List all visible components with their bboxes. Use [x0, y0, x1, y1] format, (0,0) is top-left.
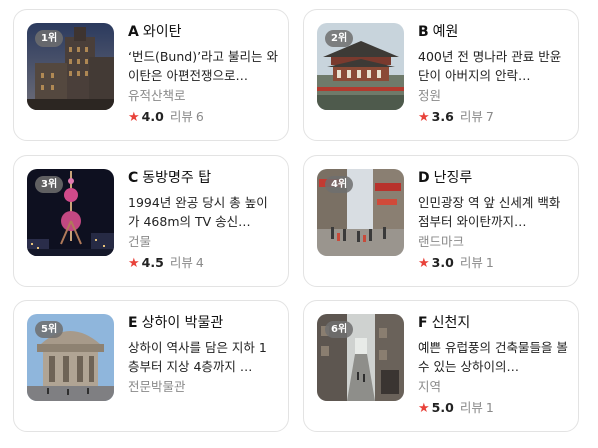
place-name: 신천지	[431, 315, 471, 331]
place-description: 인민광장 역 앞 신세계 백화점부터 와이탄까지…	[418, 195, 561, 229]
place-info: C 동방명주 탑 1994년 완공 당시 총 높이가 468m의 TV 송신… 건…	[128, 169, 278, 273]
review-label: 리뷰	[169, 255, 193, 270]
star-icon: ★	[418, 110, 430, 125]
place-info: B 예원 400년 전 명나라 관료 반윤단이 아버지의 안락… 정원 ★ 3.6 리…	[418, 23, 568, 127]
place-title[interactable]: F 신천지	[418, 314, 568, 332]
place-marker-letter: E	[128, 315, 138, 331]
place-name: 상하이 박물관	[141, 315, 224, 331]
place-rating: ★ 3.6 리뷰 7	[418, 108, 568, 127]
review-count: 1	[485, 255, 494, 270]
place-title[interactable]: D 난징루	[418, 169, 568, 187]
place-rating: ★ 5.0 리뷰 1	[418, 399, 568, 418]
place-info: A 와이탄 ‘번드(Bund)’라고 불리는 와이탄은 아편전쟁으로… 유적산책로…	[128, 23, 278, 127]
star-icon: ★	[418, 256, 430, 271]
place-info: F 신천지 예쁜 유럽풍의 건축물들을 볼 수 있는 상하이의… 지역 ★ 5.0 리…	[418, 314, 568, 418]
review-count: 4	[195, 255, 204, 270]
place-title[interactable]: C 동방명주 탑	[128, 169, 278, 187]
place-card[interactable]: 3위 C 동방명주 탑 1994년 완공 당시 총 높이가 468m의 TV 송신…	[13, 155, 289, 287]
place-rating: ★ 4.0 리뷰 6	[128, 108, 278, 127]
place-card[interactable]: 2위 B 예원 400년 전 명나라 관료 반윤단이 아버지의 안락… 정원 ★ 3…	[303, 9, 579, 141]
rank-badge: 4위	[325, 176, 354, 193]
place-description: 400년 전 명나라 관료 반윤단이 아버지의 안락…	[418, 49, 562, 83]
place-title[interactable]: E 상하이 박물관	[128, 314, 278, 332]
place-description: 1994년 완공 당시 총 높이가 468m의 TV 송신…	[128, 195, 268, 229]
review-count: 7	[485, 109, 494, 124]
place-marker-letter: C	[128, 170, 139, 186]
rating-score: 4.5	[141, 255, 164, 270]
place-thumbnail[interactable]: 6위	[317, 314, 404, 401]
rank-badge: 5위	[35, 321, 64, 338]
place-description: 상하이 역사를 담은 지하 1층부터 지상 4층까지 …	[128, 340, 267, 374]
place-title[interactable]: B 예원	[418, 23, 568, 41]
place-marker-letter: F	[418, 315, 428, 331]
star-icon: ★	[418, 401, 430, 416]
rating-score: 4.0	[141, 109, 164, 124]
place-card[interactable]: 6위 F 신천지 예쁜 유럽풍의 건축물들을 볼 수 있는 상하이의… 지역 ★ 5…	[303, 300, 579, 432]
place-rating: ★ 3.0 리뷰 1	[418, 254, 568, 273]
place-card[interactable]: 5위 E 상하이 박물관 상하이 역사를 담은 지하 1층부터 지상 4층까지 ……	[13, 300, 289, 432]
rank-badge: 2위	[325, 30, 354, 47]
place-category: 정원	[418, 88, 442, 103]
place-thumbnail[interactable]: 5위	[27, 314, 114, 401]
place-category: 전문박물관	[128, 379, 186, 394]
place-card[interactable]: 4위 D 난징루 인민광장 역 앞 신세계 백화점부터 와이탄까지… 랜드마크 ★…	[303, 155, 579, 287]
place-description: ‘번드(Bund)’라고 불리는 와이탄은 아편전쟁으로…	[128, 49, 278, 83]
review-label: 리뷰	[459, 400, 483, 415]
place-name: 예원	[432, 24, 459, 40]
place-thumbnail[interactable]: 2위	[317, 23, 404, 110]
review-count: 1	[485, 400, 494, 415]
rank-badge: 3위	[35, 176, 64, 193]
place-thumbnail[interactable]: 3위	[27, 169, 114, 256]
place-marker-letter: D	[418, 170, 430, 186]
place-card[interactable]: 1위 A 와이탄 ‘번드(Bund)’라고 불리는 와이탄은 아편전쟁으로… 유적…	[13, 9, 289, 141]
place-marker-letter: A	[128, 24, 139, 40]
place-list: 1위 A 와이탄 ‘번드(Bund)’라고 불리는 와이탄은 아편전쟁으로… 유적…	[0, 0, 598, 448]
review-label: 리뷰	[459, 109, 483, 124]
place-title[interactable]: A 와이탄	[128, 23, 278, 41]
place-rating: ★ 4.5 리뷰 4	[128, 254, 278, 273]
place-name: 동방명주 탑	[142, 170, 212, 186]
star-icon: ★	[128, 110, 140, 125]
rating-score: 3.0	[431, 255, 454, 270]
place-category: 랜드마크	[418, 234, 465, 249]
place-category: 유적산책로	[128, 88, 186, 103]
rating-score: 5.0	[431, 400, 454, 415]
place-info: E 상하이 박물관 상하이 역사를 담은 지하 1층부터 지상 4층까지 … 전문…	[128, 314, 278, 396]
place-thumbnail[interactable]: 4위	[317, 169, 404, 256]
rating-score: 3.6	[431, 109, 454, 124]
rank-badge: 6위	[325, 321, 354, 338]
place-marker-letter: B	[418, 24, 429, 40]
place-description: 예쁜 유럽풍의 건축물들을 볼 수 있는 상하이의…	[418, 340, 568, 374]
place-info: D 난징루 인민광장 역 앞 신세계 백화점부터 와이탄까지… 랜드마크 ★ 3.0…	[418, 169, 568, 273]
star-icon: ★	[128, 256, 140, 271]
place-category: 지역	[418, 379, 442, 394]
review-label: 리뷰	[169, 109, 193, 124]
place-name: 와이탄	[142, 24, 182, 40]
rank-badge: 1위	[35, 30, 64, 47]
review-count: 6	[195, 109, 204, 124]
place-category: 건물	[128, 234, 152, 249]
review-label: 리뷰	[459, 255, 483, 270]
place-name: 난징루	[433, 170, 473, 186]
place-thumbnail[interactable]: 1위	[27, 23, 114, 110]
